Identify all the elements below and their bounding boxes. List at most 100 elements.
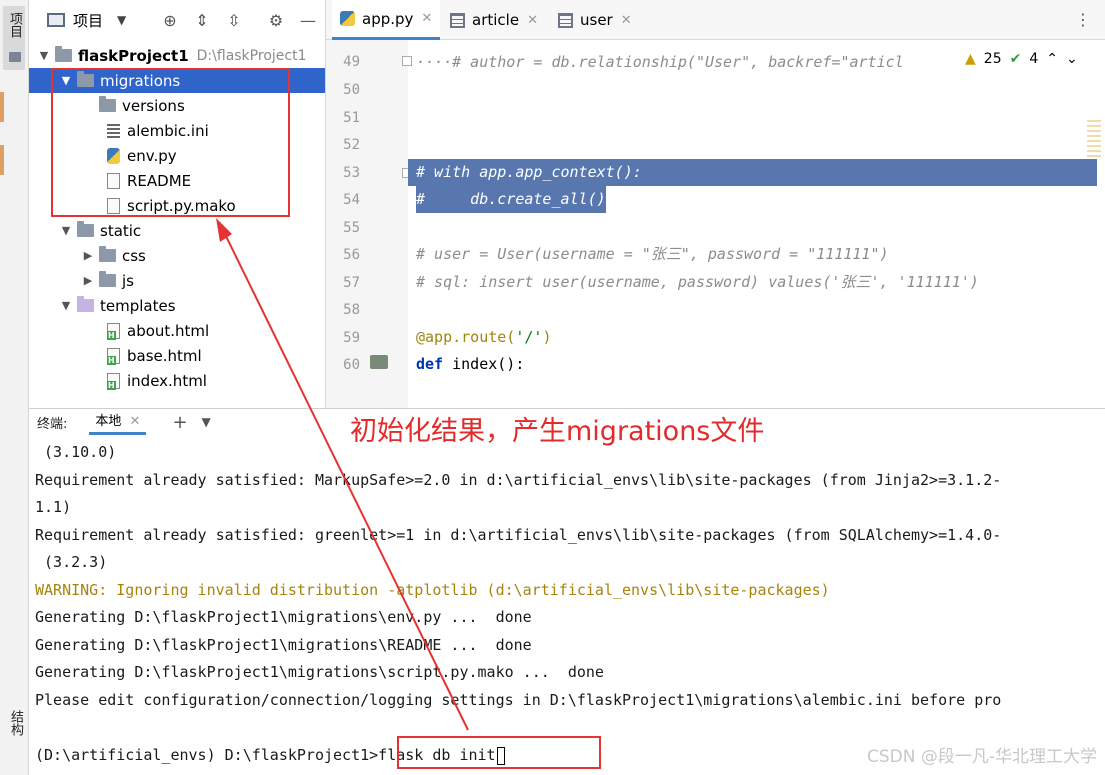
warning-icon: ▲ bbox=[965, 51, 976, 67]
line-number: 49 bbox=[343, 54, 360, 70]
minimize-icon[interactable]: — bbox=[299, 12, 317, 30]
tab-user[interactable]: user ✕ bbox=[550, 0, 640, 40]
project-tool-label[interactable]: 项目 bbox=[5, 12, 24, 38]
tree-item-js[interactable]: ▶ js bbox=[29, 268, 325, 293]
close-icon[interactable]: ✕ bbox=[527, 13, 538, 28]
tree-item-css[interactable]: ▶ css bbox=[29, 243, 325, 268]
chevron-down-icon[interactable]: ▼ bbox=[117, 13, 126, 27]
tree-item-label: css bbox=[122, 246, 146, 265]
root-path: D:\flaskProject1 bbox=[196, 47, 307, 64]
migrations-highlight-box bbox=[51, 68, 290, 217]
keyword-token: def bbox=[416, 355, 444, 373]
line-number: 51 bbox=[343, 110, 360, 126]
folder-icon bbox=[55, 46, 72, 62]
terminal-prompt: (D:\artificial_envs) D:\flaskProject1> bbox=[35, 746, 379, 764]
chevron-down-icon[interactable]: ▼ bbox=[202, 415, 211, 429]
tab-label: 本地 bbox=[95, 414, 122, 429]
watermark: CSDN @段一凡-华北理工大学 bbox=[866, 747, 1097, 767]
folder-icon bbox=[77, 221, 94, 237]
annotation-text: 初始化结果，产生migrations文件 bbox=[350, 416, 765, 447]
inspection-widget[interactable]: ▲ 25 ✔ 4 ⌃ ⌄ bbox=[965, 51, 1078, 67]
tree-item-index[interactable]: index.html bbox=[29, 368, 325, 393]
code-editor: app.py ✕ article ✕ user ✕ ⋮ 49 50 51 52 … bbox=[326, 0, 1105, 408]
terminal-line: Requirement already satisfied: MarkupSaf… bbox=[35, 471, 1002, 489]
tree-item-base[interactable]: base.html bbox=[29, 343, 325, 368]
html-file-icon bbox=[107, 347, 120, 365]
tree-item-templates[interactable]: ▼ templates bbox=[29, 293, 325, 318]
string-token: '/' bbox=[515, 328, 543, 346]
terminal-warning-line: WARNING: Ignoring invalid distribution -… bbox=[35, 581, 830, 599]
project-view-icon bbox=[47, 13, 65, 27]
terminal-line: (3.10.0) bbox=[35, 443, 117, 461]
html-file-icon bbox=[107, 322, 120, 340]
code-line-49[interactable]: ····# author = db.relationship("User", b… bbox=[416, 49, 904, 76]
line-number: 56 bbox=[343, 247, 360, 263]
folder-icon bbox=[9, 52, 21, 62]
more-icon[interactable]: ⋮ bbox=[1075, 10, 1091, 29]
terminal-line: Requirement already satisfied: greenlet>… bbox=[35, 526, 1002, 544]
root-name: flaskProject1 bbox=[78, 46, 189, 65]
decorator-token: @app.route( bbox=[416, 328, 516, 346]
close-icon[interactable]: ✕ bbox=[125, 414, 141, 429]
code-token: index(): bbox=[443, 355, 525, 373]
locate-icon[interactable]: ⊕ bbox=[161, 12, 179, 30]
gear-icon[interactable]: ⚙ bbox=[267, 12, 285, 30]
chevron-right-icon[interactable]: ▶ bbox=[81, 249, 95, 262]
chevron-up-icon[interactable]: ⌃ bbox=[1046, 51, 1058, 67]
warning-count: 25 bbox=[983, 51, 1002, 67]
terminal-label: 终端: bbox=[37, 416, 68, 432]
line-number: 50 bbox=[343, 82, 360, 98]
code-line-56[interactable]: # user = User(username = "张三", password … bbox=[416, 241, 889, 268]
chevron-down-icon[interactable]: ▼ bbox=[59, 299, 73, 312]
line-number: 59 bbox=[343, 330, 360, 346]
chevron-down-icon[interactable]: ⌄ bbox=[1066, 51, 1078, 67]
python-file-icon bbox=[340, 11, 355, 26]
tab-label: user bbox=[580, 11, 613, 29]
tree-item-label: templates bbox=[100, 296, 176, 315]
collapse-all-icon[interactable]: ⇳ bbox=[225, 12, 243, 30]
chevron-down-icon[interactable]: ▼ bbox=[37, 49, 51, 62]
line-number: 60 bbox=[343, 357, 360, 373]
tree-item-static[interactable]: ▼ static bbox=[29, 218, 325, 243]
scrollbar-markers[interactable] bbox=[1087, 120, 1105, 160]
bookmark-marker bbox=[0, 145, 4, 175]
line-number: 58 bbox=[343, 302, 360, 318]
code-line-60[interactable]: def index(): bbox=[416, 351, 524, 378]
folder-icon bbox=[77, 296, 94, 312]
close-icon[interactable]: ✕ bbox=[421, 11, 432, 26]
table-icon bbox=[450, 12, 465, 28]
tree-item-root[interactable]: ▼ flaskProject1 D:\flaskProject1 bbox=[29, 43, 325, 68]
line-number: 55 bbox=[343, 220, 360, 236]
tree-item-label: js bbox=[122, 271, 134, 290]
project-panel-title[interactable]: 项目 bbox=[73, 10, 103, 31]
code-line-57[interactable]: # sql: insert user(username, password) v… bbox=[416, 269, 979, 296]
expand-all-icon[interactable]: ⇕ bbox=[193, 12, 211, 30]
terminal-panel: 终端: 本地 ✕ + ▼ (3.10.0) Requirement alread… bbox=[29, 408, 1105, 775]
code-line-59[interactable]: @app.route('/') bbox=[416, 324, 551, 351]
line-number: 54 bbox=[343, 192, 360, 208]
folder-icon bbox=[99, 271, 116, 287]
code-line-53[interactable]: # with app.app_context(): bbox=[416, 159, 642, 186]
tree-item-about[interactable]: about.html bbox=[29, 318, 325, 343]
tab-local[interactable]: 本地 ✕ bbox=[89, 409, 147, 435]
close-icon[interactable]: ✕ bbox=[621, 13, 632, 28]
terminal-line: (3.2.3) bbox=[35, 553, 108, 571]
fold-marker[interactable] bbox=[402, 56, 412, 66]
terminal-line: Generating D:\flaskProject1\migrations\R… bbox=[35, 636, 532, 654]
add-icon[interactable]: + bbox=[172, 412, 187, 433]
line-number: 57 bbox=[343, 275, 360, 291]
terminal-line: Generating D:\flaskProject1\migrations\e… bbox=[35, 608, 532, 626]
code-line-54[interactable]: # db.create_all() bbox=[416, 186, 606, 213]
decorator-token: ) bbox=[542, 328, 552, 346]
chevron-down-icon[interactable]: ▼ bbox=[59, 224, 73, 237]
left-tool-strip: 项目 结构 bbox=[0, 0, 29, 775]
check-icon: ✔ bbox=[1009, 51, 1022, 67]
chevron-right-icon[interactable]: ▶ bbox=[81, 274, 95, 287]
route-gutter-icon[interactable] bbox=[370, 355, 388, 369]
tree-item-label: about.html bbox=[127, 321, 210, 340]
tab-app-py[interactable]: app.py ✕ bbox=[332, 0, 441, 40]
project-panel-header: 项目 ▼ ⊕ ⇕ ⇳ ⚙ — bbox=[29, 0, 325, 40]
bookmark-marker bbox=[0, 92, 4, 122]
structure-tool-label[interactable]: 结构 bbox=[6, 710, 25, 736]
tab-article[interactable]: article ✕ bbox=[442, 0, 546, 40]
